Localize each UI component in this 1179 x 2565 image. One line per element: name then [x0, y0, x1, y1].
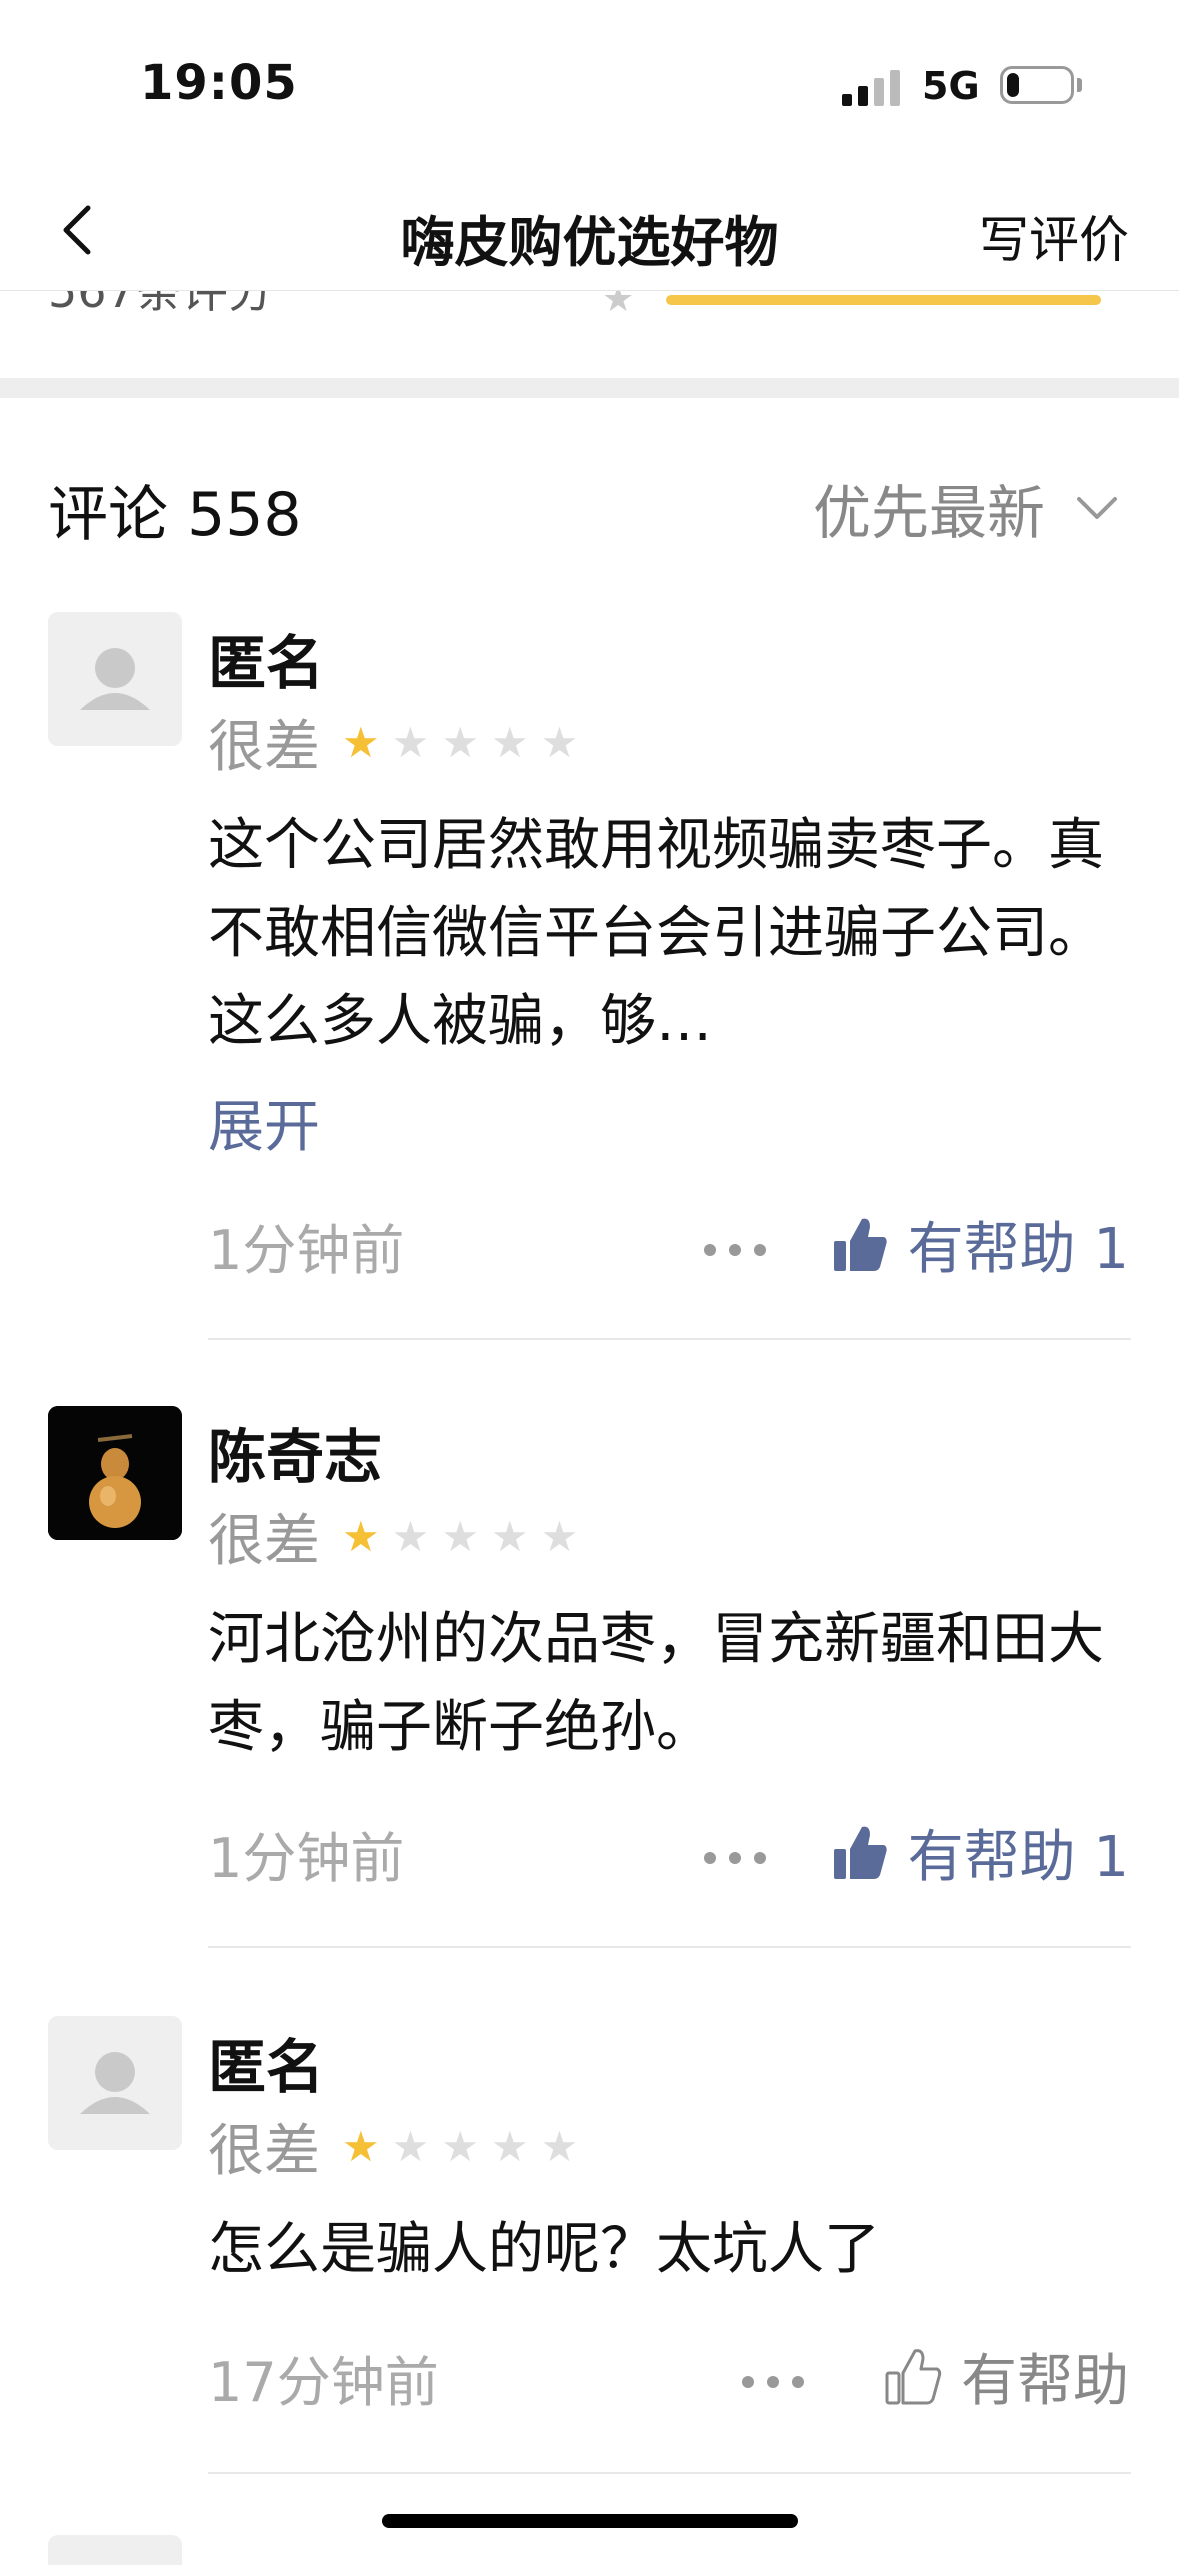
thumbs-up-icon	[885, 2348, 942, 2404]
home-indicator	[382, 2514, 798, 2528]
nav-bar: 嗨皮购优选好物 写评价	[0, 170, 1179, 290]
star-icon: ★	[490, 717, 529, 767]
helpful-button[interactable]: 有帮助 1	[830, 1204, 1129, 1285]
battery-fill	[1007, 73, 1019, 97]
reviewer-name: 匿名	[208, 629, 325, 697]
review-text: 河北沧州的次品枣，冒充新疆和田大枣，骗子断子绝孙。	[208, 1607, 1104, 1760]
status-time: 19:05	[140, 55, 298, 111]
avatar[interactable]	[48, 2016, 182, 2150]
signal-icon	[842, 70, 900, 106]
star-icon: ★	[441, 717, 479, 767]
review-text: 这个公司居然敢用视频骗卖枣子。真不敢相信微信平台会引进骗子公司。这么多人被骗，够…	[208, 813, 1104, 1054]
review-divider	[208, 2472, 1131, 2474]
star-icon: ★	[342, 1511, 380, 1561]
rating-label: 很差	[208, 1509, 320, 1574]
helpful-label: 有帮助 1	[907, 1825, 1129, 1890]
star-icon: ★	[391, 717, 430, 767]
sort-dropdown[interactable]: 优先最新	[813, 466, 1119, 550]
write-review-button[interactable]: 写评价	[979, 200, 1129, 272]
helpful-label: 有帮助 1	[907, 1217, 1129, 1282]
star-icon: ★	[490, 2121, 529, 2171]
helpful-button[interactable]: 有帮助	[883, 2336, 1129, 2417]
helpful-label: 有帮助	[961, 2349, 1129, 2414]
network-type: 5G	[922, 64, 980, 108]
more-icon[interactable]	[738, 2372, 808, 2392]
avatar[interactable]	[48, 612, 182, 746]
star-icon: ★	[441, 1511, 479, 1561]
rating: 很差 ★ ★ ★ ★ ★	[208, 1496, 590, 1577]
more-icon[interactable]	[700, 1848, 770, 1868]
battery-tip	[1077, 78, 1082, 92]
gourd-avatar-image	[48, 1406, 182, 1540]
star-icon: ★	[540, 717, 579, 767]
user-icon	[48, 612, 182, 746]
reviewer-name: 陈奇志	[208, 1423, 383, 1491]
summary-bar	[666, 295, 1101, 305]
star-icon: ★	[391, 1511, 430, 1561]
summary-count: 567条评分	[48, 290, 274, 318]
star-icon: ★	[342, 717, 380, 767]
review-time: 17分钟前	[208, 2351, 439, 2414]
star-icon: ★	[602, 290, 635, 320]
rating-summary: 567条评分 ★	[0, 290, 1179, 321]
sort-label: 优先最新	[812, 479, 1045, 547]
reviewer-name: 匿名	[208, 2033, 325, 2101]
review-item: 匿名 很差 ★ ★ ★ ★ ★ 这个公司居然敢用视频骗卖枣子。真不敢相信微信平台会引进骗…	[0, 612, 1179, 1342]
thumbs-up-icon	[833, 1826, 887, 1879]
rating: 很差 ★ ★ ★ ★ ★	[208, 702, 590, 783]
expand-link[interactable]: 展开	[208, 1082, 320, 1163]
section-divider	[0, 378, 1179, 398]
avatar[interactable]	[48, 2535, 182, 2565]
avatar[interactable]	[48, 1406, 182, 1540]
more-icon[interactable]	[700, 1240, 770, 1260]
review-item: 匿名 很差 ★ ★ ★ ★ ★ 怎么是骗人的呢？太坑人了 17分钟前 有帮助	[0, 2016, 1179, 2486]
review-time: 1分钟前	[208, 1827, 405, 1890]
comments-title: 评论 558	[48, 480, 302, 550]
status-bar: 19:05 5G	[0, 0, 1179, 170]
review-item: 陈奇志 很差 ★ ★ ★ ★ ★ 河北沧州的次品枣，冒充新疆和田大枣，骗子断子绝孙。 1…	[0, 1406, 1179, 1948]
thumbs-up-icon	[833, 1218, 887, 1271]
rating: 很差 ★ ★ ★ ★ ★	[208, 2106, 590, 2187]
star-icon: ★	[540, 2121, 579, 2171]
star-icon: ★	[391, 2121, 430, 2171]
star-icon: ★	[342, 2121, 380, 2171]
rating-label: 很差	[208, 715, 320, 780]
review-text: 怎么是骗人的呢？太坑人了	[208, 2217, 880, 2282]
user-icon	[48, 2016, 182, 2150]
helpful-button[interactable]: 有帮助 1	[830, 1812, 1129, 1893]
chevron-down-icon	[1077, 497, 1117, 519]
star-icon: ★	[441, 2121, 479, 2171]
star-icon: ★	[540, 1511, 579, 1561]
review-divider	[208, 1338, 1131, 1340]
review-divider	[208, 1946, 1131, 1948]
review-time: 1分钟前	[208, 1219, 405, 1282]
battery-icon	[1000, 66, 1074, 104]
star-icon: ★	[490, 1511, 529, 1561]
rating-label: 很差	[208, 2119, 320, 2184]
